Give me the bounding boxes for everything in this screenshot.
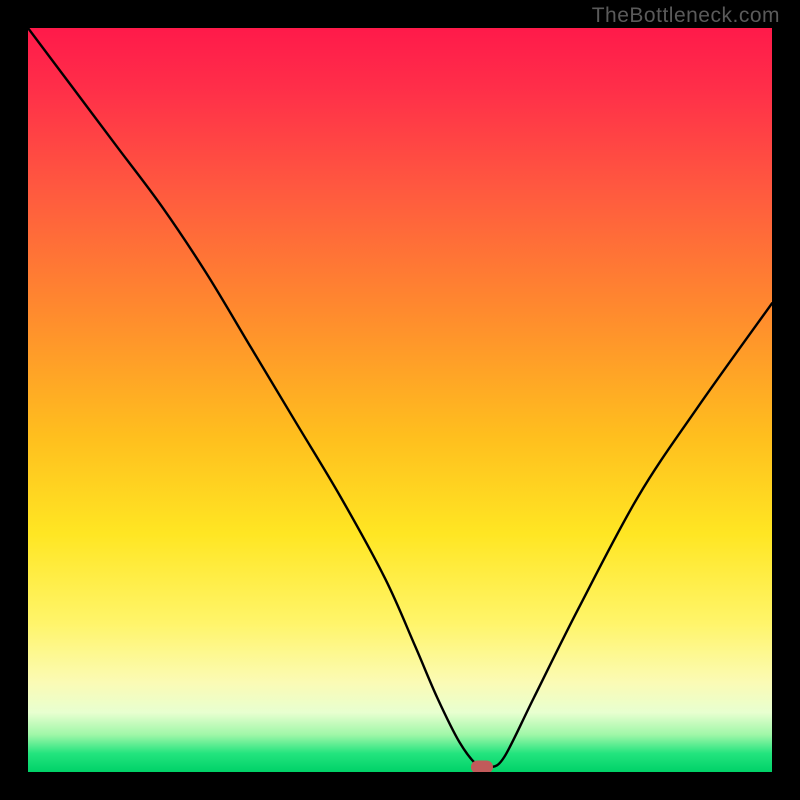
bottleneck-curve <box>28 28 772 772</box>
plot-area <box>28 28 772 772</box>
watermark-text: TheBottleneck.com <box>592 4 780 28</box>
chart-frame: TheBottleneck.com <box>0 0 800 800</box>
optimum-marker <box>471 760 493 772</box>
